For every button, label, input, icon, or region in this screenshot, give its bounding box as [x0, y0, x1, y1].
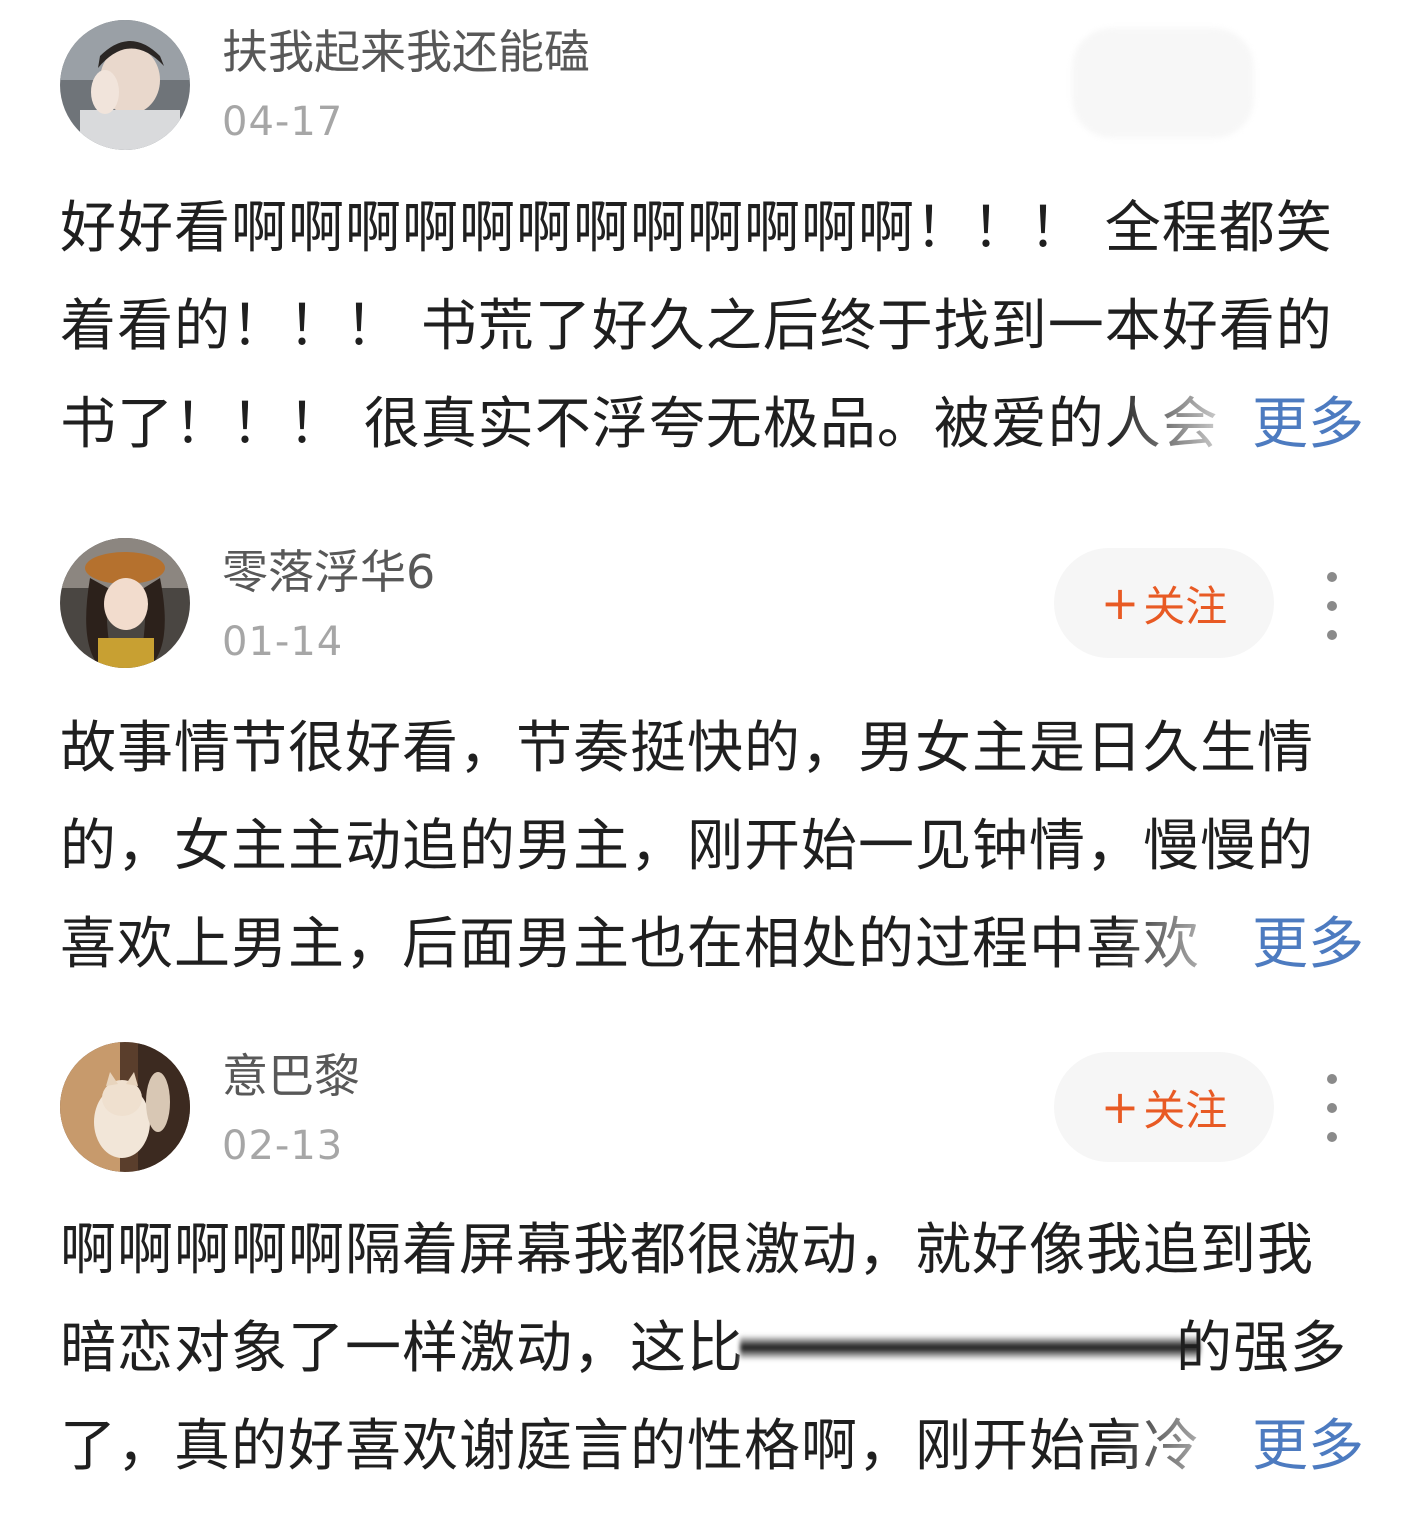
username[interactable]: 意巴黎	[222, 1046, 360, 1106]
username[interactable]: 扶我起来我还能磕	[222, 22, 590, 82]
avatar[interactable]	[60, 538, 190, 668]
comment-text-line: 的强多	[1176, 1316, 1347, 1381]
comment-text-line: 的，女主主动追的男主，刚开始一见钟情，慢慢的	[60, 814, 1314, 879]
blurred-follow-area	[1072, 28, 1254, 138]
comment-date: 01-14	[222, 619, 344, 665]
follow-button[interactable]: + 关注	[1054, 548, 1274, 658]
expand-more-link[interactable]: 更多	[1252, 1398, 1364, 1496]
comment-text-line: 着看的！！！ 书荒了好久之后终于找到一本好看的	[60, 294, 1333, 359]
expand-more-link[interactable]: 更多	[1252, 896, 1364, 994]
redaction-smear	[740, 1314, 1200, 1384]
more-options-icon[interactable]	[1310, 1068, 1354, 1148]
comment-date: 02-13	[222, 1123, 344, 1169]
comment-text-line: 喜欢上男主，后面男主也在相处的过程中喜欢	[60, 912, 1200, 977]
plus-icon: +	[1100, 576, 1140, 630]
follow-label: 关注	[1143, 1085, 1228, 1135]
expand-more-link[interactable]: 更多	[1252, 376, 1364, 474]
follow-button[interactable]: + 关注	[1054, 1052, 1274, 1162]
comment-text-line: 书了！！！ 很真实不浮夸无极品。被爱的人会	[60, 392, 1219, 457]
comment-text-line: 好好看啊啊啊啊啊啊啊啊啊啊啊啊！！！ 全程都笑	[60, 196, 1333, 261]
comment-text-line: 了，真的好喜欢谢庭言的性格啊，刚开始高冷	[60, 1414, 1200, 1479]
follow-label: 关注	[1143, 581, 1228, 631]
comment-date: 04-17	[222, 99, 344, 145]
avatar[interactable]	[60, 20, 190, 150]
comment-text-line: 啊啊啊啊啊隔着屏幕我都很激动，就好像我追到我	[60, 1218, 1314, 1283]
username[interactable]: 零落浮华6	[222, 542, 435, 602]
comment-text-line: 暗恋对象了一样激动，这比	[60, 1316, 744, 1381]
comment-text-line: 故事情节很好看，节奏挺快的，男女主是日久生情	[60, 716, 1314, 781]
plus-icon: +	[1100, 1080, 1140, 1134]
avatar[interactable]	[60, 1042, 190, 1172]
more-options-icon[interactable]	[1310, 566, 1354, 646]
